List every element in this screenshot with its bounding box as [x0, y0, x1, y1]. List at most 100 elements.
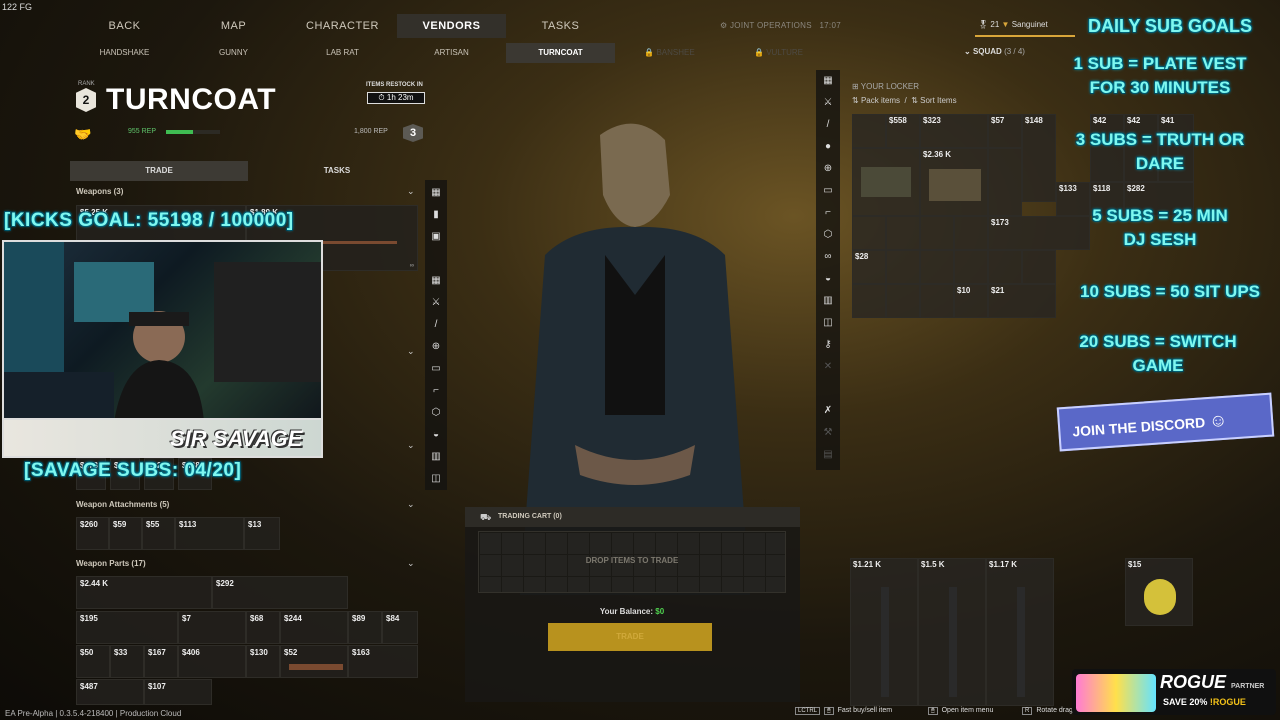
nav-map[interactable]: MAP	[179, 14, 288, 38]
item-cell[interactable]: $7	[178, 611, 246, 644]
knife-icon[interactable]: ⚔	[429, 296, 443, 310]
item-cell[interactable]: $84	[382, 611, 418, 644]
locker-item[interactable]: $28	[852, 250, 886, 284]
locker-item[interactable]: $21	[988, 284, 1056, 318]
nav-tasks[interactable]: TASKS	[506, 14, 615, 38]
chevron-down-icon[interactable]: ⌄	[407, 346, 415, 357]
item-cell[interactable]: $113	[175, 517, 244, 550]
item-cell[interactable]: $52	[280, 645, 348, 678]
nav-character[interactable]: CHARACTER	[288, 14, 397, 38]
item-cell[interactable]: $89	[348, 611, 382, 644]
gun-icon[interactable]: ⌐	[429, 384, 443, 398]
gear-slot[interactable]: $15	[1125, 558, 1193, 626]
item-cell[interactable]: $406	[178, 645, 246, 678]
item-cell[interactable]: $195	[76, 611, 178, 644]
item-cell[interactable]: $33	[110, 645, 144, 678]
vendor-tab-artisan[interactable]: ARTISAN	[397, 43, 506, 63]
locker-item[interactable]: $173	[988, 216, 1090, 250]
item-cell[interactable]: $68	[246, 611, 280, 644]
backpack-icon[interactable]: ▥	[821, 294, 835, 308]
section-parts[interactable]: Weapon Parts (17)	[76, 559, 146, 568]
vest-icon[interactable]: ◫	[821, 316, 835, 330]
trade-button[interactable]: TRADE	[548, 623, 712, 651]
knife-icon[interactable]: ⚔	[821, 96, 835, 110]
barrel-icon[interactable]: ▭	[821, 184, 835, 198]
grid-icon[interactable]: ▦	[429, 186, 443, 200]
item-cell[interactable]: $13	[244, 517, 280, 550]
vest-icon[interactable]: ◫	[429, 472, 443, 486]
gun-icon[interactable]: ⌐	[821, 206, 835, 220]
vendor-tab-handshake[interactable]: HANDSHAKE	[70, 43, 179, 63]
grid-icon[interactable]: ▦	[429, 274, 443, 288]
box-icon[interactable]: ⬡	[821, 228, 835, 242]
item-cell[interactable]: $163	[348, 645, 418, 678]
vendor-tab-turncoat[interactable]: TURNCOAT	[506, 43, 615, 63]
item-cell[interactable]: $167	[144, 645, 178, 678]
locker-item[interactable]: $10	[954, 284, 988, 318]
vendor-tab-lab-rat[interactable]: LAB RAT	[288, 43, 397, 63]
scope-icon[interactable]: ⊕	[821, 162, 835, 176]
chevron-down-icon[interactable]: ⌄	[407, 558, 415, 569]
armor-icon[interactable]: ▣	[429, 230, 443, 244]
item-cell[interactable]: $244	[280, 611, 348, 644]
tab-tasks[interactable]: TASKS	[248, 161, 426, 181]
item-cell[interactable]: $292	[212, 576, 348, 609]
locker-item[interactable]	[920, 250, 954, 284]
backpack-icon[interactable]: ▥	[429, 450, 443, 464]
scope-icon[interactable]: ⊕	[429, 340, 443, 354]
gear-slot[interactable]: $1.5 K	[918, 558, 986, 706]
locker-item[interactable]	[988, 250, 1022, 284]
tab-trade[interactable]: TRADE	[70, 161, 248, 181]
helmet-icon[interactable]: ◒	[429, 428, 443, 442]
key-icon[interactable]: ⚷	[821, 338, 835, 352]
vendor-tab-gunny[interactable]: GUNNY	[179, 43, 288, 63]
binoculars-icon[interactable]: ∞	[821, 250, 835, 264]
locker-item[interactable]	[852, 114, 886, 148]
item-cell[interactable]: $130	[246, 645, 280, 678]
locker-item[interactable]	[954, 250, 988, 284]
locker-item[interactable]	[954, 216, 988, 250]
item-cell[interactable]: $55	[142, 517, 175, 550]
tools-icon[interactable]: ✗	[821, 404, 835, 418]
locker-item[interactable]: $2.36 K	[920, 148, 988, 216]
nav-vendors[interactable]: VENDORS	[397, 14, 506, 38]
chevron-down-icon[interactable]: ⌄	[407, 499, 415, 510]
locker-item[interactable]	[886, 216, 920, 250]
pack-items-button[interactable]: ⇅ Pack items	[852, 96, 900, 105]
section-attachments[interactable]: Weapon Attachments (5)	[76, 500, 169, 509]
grenade-icon[interactable]: ●	[821, 140, 835, 154]
locker-item[interactable]: $148	[1022, 114, 1056, 202]
barrel-icon[interactable]: ▭	[429, 362, 443, 376]
locker-item[interactable]	[852, 216, 886, 250]
item-cell[interactable]: $260	[76, 517, 109, 550]
box-icon[interactable]: ⬡	[429, 406, 443, 420]
locker-item[interactable]	[920, 284, 954, 318]
section-weapons[interactable]: Weapons (3)	[76, 187, 123, 196]
locker-item[interactable]: $57	[988, 114, 1022, 148]
locker-item[interactable]	[886, 284, 920, 318]
grid-icon[interactable]: ▦	[821, 74, 835, 88]
item-cell[interactable]: $2.44 K	[76, 576, 212, 609]
locker-item[interactable]	[920, 216, 954, 250]
chevron-down-icon[interactable]: ⌄	[407, 186, 415, 197]
locker-item[interactable]	[988, 148, 1022, 216]
gear-slot[interactable]: $1.17 K	[986, 558, 1054, 706]
joint-operations[interactable]: ⚙ JOINT OPERATIONS 17:07	[720, 21, 841, 30]
item-cell[interactable]: $59	[109, 517, 142, 550]
locker-item[interactable]: $558	[886, 114, 920, 148]
sword-icon[interactable]: /	[429, 318, 443, 332]
sword-icon[interactable]: /	[821, 118, 835, 132]
sort-items-button[interactable]: ⇅ Sort Items	[911, 96, 956, 105]
item-cell[interactable]: $107	[144, 679, 212, 705]
gear-slot[interactable]: $1.21 K	[850, 558, 918, 706]
locker-item[interactable]: $323	[920, 114, 988, 148]
locker-item[interactable]	[852, 284, 886, 318]
item-cell[interactable]: $487	[76, 679, 144, 705]
chevron-down-icon[interactable]: ⌄	[407, 440, 415, 451]
helmet-icon[interactable]: ◒	[821, 272, 835, 286]
ammo-icon[interactable]: ▮	[429, 208, 443, 222]
squad-toggle[interactable]: ⌄ SQUAD (3 / 4)	[964, 47, 1025, 56]
locker-item[interactable]	[886, 250, 920, 284]
nav-back[interactable]: BACK	[70, 14, 179, 38]
item-cell[interactable]: $50	[76, 645, 110, 678]
